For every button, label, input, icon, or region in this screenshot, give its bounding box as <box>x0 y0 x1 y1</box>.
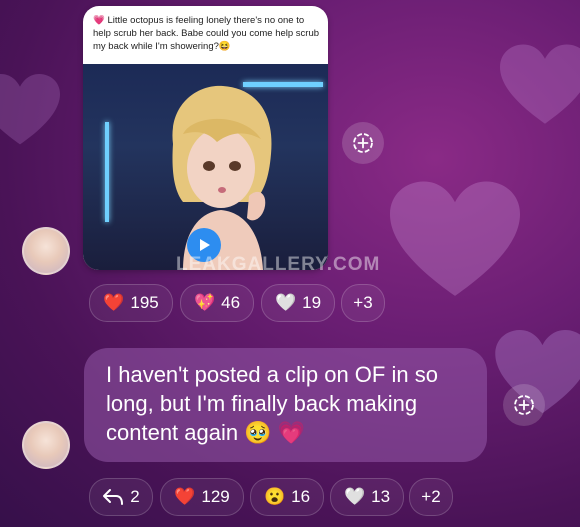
reaction-count: +3 <box>353 293 373 312</box>
media-post-card[interactable]: 💗 Little octopus is feeling lonely there… <box>83 6 328 270</box>
reaction-count: 195 <box>130 293 159 312</box>
message-text: I haven't posted a clip on OF in so long… <box>106 362 438 445</box>
reaction-count: +2 <box>421 487 441 506</box>
sender-avatar[interactable] <box>22 227 70 275</box>
sparkling-heart-icon: 💖 <box>193 293 216 312</box>
reply-icon <box>103 489 124 505</box>
reaction-count: 13 <box>371 487 391 506</box>
reply-pill[interactable]: 2 <box>89 478 153 516</box>
add-reaction-button[interactable] <box>342 122 384 164</box>
red-heart-icon: ❤️ <box>174 487 196 506</box>
reaction-pill-white-heart[interactable]: 🤍 13 <box>330 478 404 516</box>
background-heart-icon <box>0 74 60 145</box>
reaction-count: 19 <box>302 293 322 312</box>
red-heart-icon: ❤️ <box>103 293 125 312</box>
reaction-pill-red-heart[interactable]: ❤️ 195 <box>89 284 173 322</box>
reaction-pill-white-heart[interactable]: 🤍 19 <box>261 284 335 322</box>
reaction-pill-red-heart[interactable]: ❤️ 129 <box>160 478 244 516</box>
reaction-count: 46 <box>221 293 241 312</box>
watermark-text: LEAKGALLERY.COM <box>176 254 381 275</box>
reaction-count: 129 <box>201 487 230 506</box>
reaction-pill-sparkling-heart[interactable]: 💖 46 <box>180 284 254 322</box>
background-heart-icon <box>390 181 520 296</box>
reaction-count: 16 <box>291 487 311 506</box>
sender-avatar[interactable] <box>22 421 70 469</box>
neon-light-decoration <box>105 122 109 222</box>
add-reaction-button[interactable] <box>503 384 545 426</box>
white-heart-icon: 🤍 <box>343 487 366 506</box>
add-reaction-icon <box>353 133 373 153</box>
surprised-face-icon: 😮 <box>263 487 286 506</box>
message-bubble[interactable]: I haven't posted a clip on OF in so long… <box>84 348 487 462</box>
more-reactions-pill[interactable]: +3 <box>341 284 385 322</box>
reaction-pill-surprised-face[interactable]: 😮 16 <box>250 478 324 516</box>
post-caption: 💗 Little octopus is feeling lonely there… <box>93 15 320 52</box>
add-reaction-icon <box>514 395 534 415</box>
post-video-thumbnail[interactable] <box>83 64 328 270</box>
background-heart-icon <box>500 44 580 124</box>
white-heart-icon: 🤍 <box>274 293 297 312</box>
more-reactions-pill[interactable]: +2 <box>409 478 453 516</box>
reply-count: 2 <box>130 487 140 506</box>
play-icon <box>200 239 210 251</box>
